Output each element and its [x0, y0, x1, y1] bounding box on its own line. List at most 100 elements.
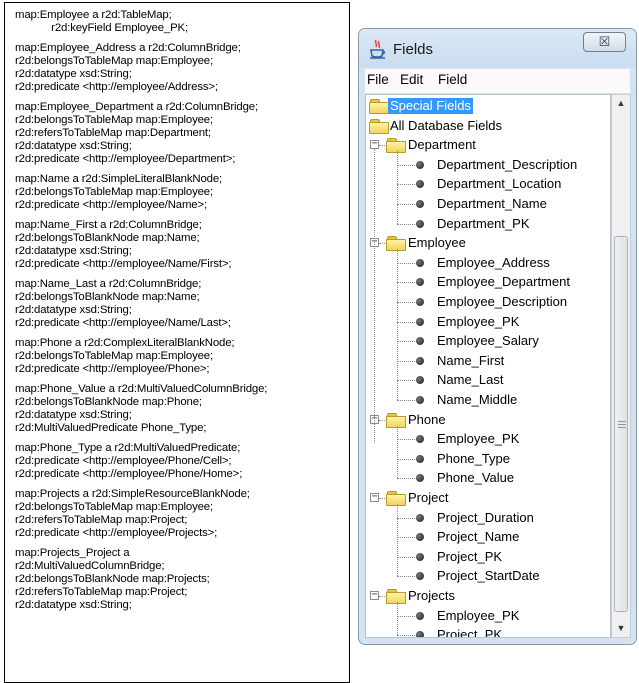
tree-connector — [397, 321, 415, 323]
menu-field[interactable]: Field — [438, 72, 467, 87]
tree-field-item[interactable]: Employee_PK — [366, 430, 606, 449]
collapse-toggle-icon[interactable]: − — [370, 590, 379, 600]
tree-field-item[interactable]: Employee_Department — [366, 273, 606, 292]
tree-connector — [397, 380, 415, 382]
code-line: r2d:belongsToBlankNode map:Name; — [15, 232, 200, 244]
tree-field-item[interactable]: Department_Location — [366, 175, 606, 194]
tree-field-label: Project_StartDate — [437, 568, 540, 584]
scroll-thumb[interactable] — [614, 236, 628, 612]
code-block: map:Name a r2d:SimpleLiteralBlankNode; r2… — [15, 173, 349, 212]
code-line: r2d:predicate <http://employee/Phone>; — [15, 363, 210, 375]
tree-field-item[interactable]: Employee_Address — [366, 254, 606, 273]
tree-field-item[interactable]: Name_Middle — [366, 391, 606, 410]
tree-field-label: Project_PK — [437, 627, 503, 638]
code-line: r2d:belongsToTableMap map:Employee; — [15, 350, 213, 362]
code-line: r2d:belongsToTableMap map:Employee; — [15, 55, 213, 67]
field-bullet-icon — [416, 278, 424, 287]
title-bar[interactable]: Fields ☒ — [359, 29, 636, 67]
field-bullet-icon — [416, 258, 424, 267]
tree-connector — [397, 458, 415, 460]
code-line: map:Phone a r2d:ComplexLiteralBlankNode; — [15, 337, 235, 349]
tree-connector — [374, 149, 375, 444]
code-line: r2d:refersToTableMap map:Project; — [15, 514, 188, 526]
field-bullet-icon — [416, 219, 424, 228]
tree-field-label: Project_Name — [437, 529, 520, 545]
tree-field-label: Phone_Value — [437, 470, 515, 486]
scroll-down-icon[interactable]: ▼ — [612, 620, 630, 637]
tree-field-item[interactable]: Project_Name — [366, 528, 606, 547]
field-bullet-icon — [416, 474, 424, 483]
d2rq-mapping-code-panel: map:Employee a r2d:TableMap; r2d:keyFiel… — [4, 2, 350, 683]
vertical-scrollbar[interactable]: ▲ ▼ — [611, 94, 631, 638]
tree-connector — [397, 504, 398, 577]
code-line: r2d:datatype xsd:String; — [15, 140, 132, 152]
field-bullet-icon — [416, 317, 424, 326]
tree-group-department[interactable]: − Department — [366, 136, 606, 155]
code-line: map:Projects_Project a — [15, 547, 130, 559]
code-line: map:Employee_Department a r2d:ColumnBrid… — [15, 101, 259, 113]
tree-field-item[interactable]: Project_Duration — [366, 509, 606, 528]
tree-field-item[interactable]: Employee_Description — [366, 293, 606, 312]
tree-connector — [397, 439, 415, 441]
tree-root-label: All Database Fields — [390, 117, 502, 133]
tree-group-employee[interactable]: − Employee — [366, 234, 606, 253]
tree-connector — [397, 602, 398, 636]
code-line: r2d:datatype xsd:String; — [15, 409, 132, 421]
tree-connector — [397, 249, 398, 400]
tree-connector — [397, 164, 415, 166]
code-block: map:Phone_Value a r2d:MultiValuedColumnB… — [15, 383, 349, 435]
code-line: r2d:predicate <http://employee/Name/Firs… — [15, 258, 232, 270]
tree-field-item[interactable]: Name_First — [366, 352, 606, 371]
tree-connector — [397, 282, 415, 284]
tree-field-item[interactable]: Department_Name — [366, 195, 606, 214]
tree-field-item[interactable]: Name_Last — [366, 371, 606, 390]
tree-group-projects[interactable]: − Projects — [366, 587, 606, 606]
close-button[interactable]: ☒ — [583, 32, 626, 52]
field-bullet-icon — [416, 180, 424, 189]
folder-icon — [386, 589, 406, 604]
code-block: map:Phone a r2d:ComplexLiteralBlankNode;… — [15, 337, 349, 376]
tree-connector — [397, 478, 415, 480]
tree-field-item[interactable]: Department_PK — [366, 215, 606, 234]
close-icon: ☒ — [598, 34, 611, 49]
tree-connector — [397, 341, 415, 343]
tree-field-item[interactable]: Employee_PK — [366, 607, 606, 626]
tree-connector — [397, 262, 415, 264]
tree-root-item[interactable]: Special Fields — [366, 97, 606, 116]
tree-group-phone[interactable]: − Phone — [366, 411, 606, 430]
tree-connector — [397, 400, 415, 401]
field-bullet-icon — [416, 572, 424, 581]
code-block: map:Phone_Type a r2d:MultiValuedPredicat… — [15, 442, 349, 481]
tree-connector — [397, 184, 415, 186]
tree-root-item[interactable]: All Database Fields — [366, 117, 606, 136]
tree-field-label: Employee_Address — [437, 254, 550, 270]
code-block: map:Name_First a r2d:ColumnBridge; r2d:be… — [15, 219, 349, 271]
code-line: r2d:belongsToTableMap map:Employee; — [15, 186, 213, 198]
folder-icon — [369, 118, 389, 134]
tree-connector — [397, 425, 398, 479]
tree-field-item[interactable]: Employee_PK — [366, 313, 606, 332]
tree-field-label: Department_Description — [437, 156, 578, 172]
tree-group-project[interactable]: − Project — [366, 489, 606, 508]
tree-field-item[interactable]: Employee_Salary — [366, 332, 606, 351]
tree-connector — [397, 556, 415, 558]
tree-field-item[interactable]: Project_PK — [366, 626, 606, 638]
folder-icon — [386, 138, 406, 154]
fields-window: Fields ☒ File Edit Field Special Fields A… — [358, 28, 637, 645]
collapse-toggle-icon[interactable]: − — [370, 492, 379, 502]
collapse-toggle-icon[interactable]: − — [370, 139, 379, 150]
tree-field-label: Department_Location — [437, 176, 562, 192]
tree-field-item[interactable]: Department_Description — [366, 156, 606, 175]
tree-group-label: Employee — [408, 235, 466, 251]
tree-field-item[interactable]: Phone_Value — [366, 469, 606, 488]
tree-field-label: Employee_PK — [437, 607, 520, 623]
tree-field-item[interactable]: Project_StartDate — [366, 567, 606, 586]
tree-field-item[interactable]: Phone_Type — [366, 450, 606, 469]
tree-group-label: Phone — [408, 411, 446, 427]
tree-field-item[interactable]: Project_PK — [366, 548, 606, 567]
menu-edit[interactable]: Edit — [400, 72, 423, 87]
code-line: r2d:belongsToBlankNode map:Name; — [15, 291, 200, 303]
code-line: r2d:belongsToBlankNode map:Phone; — [15, 396, 202, 408]
menu-file[interactable]: File — [367, 72, 389, 87]
scroll-up-icon[interactable]: ▲ — [612, 95, 630, 112]
